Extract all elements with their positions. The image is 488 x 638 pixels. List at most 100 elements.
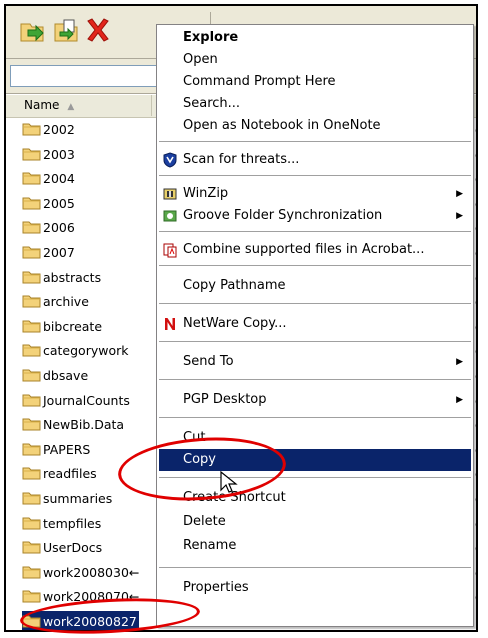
folder-row[interactable]: archive bbox=[22, 291, 89, 313]
folder-icon bbox=[22, 466, 41, 480]
folder-icon bbox=[22, 171, 41, 185]
submenu-arrow-icon: ▶ bbox=[456, 395, 463, 405]
menu-separator bbox=[159, 231, 471, 232]
folder-name: JournalCounts bbox=[43, 392, 130, 408]
netware-icon bbox=[162, 316, 178, 332]
folder-name: PAPERS bbox=[43, 441, 91, 457]
menu-item-delete[interactable]: Delete bbox=[159, 511, 471, 533]
delete-icon[interactable] bbox=[84, 16, 112, 44]
menu-item-rename[interactable]: Rename bbox=[159, 535, 471, 557]
folder-row[interactable]: summaries bbox=[22, 488, 112, 510]
folder-row[interactable]: 2004 bbox=[22, 168, 75, 190]
menu-item-netware-copy[interactable]: NetWare Copy... bbox=[159, 313, 471, 335]
menu-item-label: WinZip bbox=[183, 186, 229, 201]
folder-icon bbox=[22, 220, 41, 234]
menu-item-onenote[interactable]: Open as Notebook in OneNote bbox=[159, 115, 471, 137]
folder-row[interactable]: work2008030← bbox=[22, 562, 139, 584]
menu-separator bbox=[159, 567, 471, 568]
folder-row[interactable]: 2006 bbox=[22, 217, 75, 239]
folder-row[interactable]: readfiles bbox=[22, 463, 97, 485]
copy-to-icon[interactable] bbox=[52, 16, 80, 44]
folder-row[interactable]: 2007 bbox=[22, 242, 75, 264]
menu-item-search[interactable]: Search... bbox=[159, 93, 471, 115]
folder-row[interactable]: 2005 bbox=[22, 193, 75, 215]
folder-icon bbox=[22, 442, 41, 456]
folder-row[interactable]: dbsave bbox=[22, 365, 88, 387]
folder-icon bbox=[22, 540, 41, 554]
folder-icon bbox=[22, 196, 41, 210]
menu-item-label: Scan for threats... bbox=[183, 152, 300, 167]
folder-icon bbox=[22, 417, 41, 431]
submenu-arrow-icon: ▶ bbox=[456, 189, 463, 199]
menu-item-scan[interactable]: Scan for threats... bbox=[159, 149, 471, 171]
move-to-icon[interactable] bbox=[18, 16, 46, 44]
menu-item-label: Groove Folder Synchronization bbox=[183, 208, 383, 223]
folder-name: tempfiles bbox=[43, 515, 102, 531]
menu-separator bbox=[159, 417, 471, 418]
folder-row[interactable]: 2003 bbox=[22, 144, 75, 166]
folder-name: UserDocs bbox=[43, 540, 103, 556]
context-menu: Explore Open Command Prompt Here Search.… bbox=[156, 24, 474, 627]
menu-item-label: Open as Notebook in OneNote bbox=[183, 118, 381, 133]
menu-item-label: Command Prompt Here bbox=[183, 74, 336, 89]
submenu-arrow-icon: ▶ bbox=[456, 357, 463, 367]
explorer-window: Name ▲ 2002 2003 2004 2005 2006 2007 abstracts a… bbox=[4, 4, 478, 632]
folder-row[interactable]: NewBib.Data bbox=[22, 414, 124, 436]
menu-item-groove[interactable]: Groove Folder Synchronization ▶ bbox=[159, 205, 471, 227]
menu-separator bbox=[159, 379, 471, 380]
menu-item-label: Copy Pathname bbox=[183, 278, 286, 293]
folder-name: 2005 bbox=[43, 195, 75, 211]
menu-separator bbox=[159, 303, 471, 304]
acrobat-icon bbox=[162, 242, 178, 258]
folder-row[interactable]: 2002 bbox=[22, 119, 75, 141]
folder-icon bbox=[22, 147, 41, 161]
folder-row[interactable]: abstracts bbox=[22, 267, 101, 289]
menu-item-command-prompt[interactable]: Command Prompt Here bbox=[159, 71, 471, 93]
folder-row[interactable]: bibcreate bbox=[22, 316, 102, 338]
winzip-icon bbox=[162, 186, 178, 202]
menu-item-label: Rename bbox=[183, 538, 237, 553]
folder-name: 2002 bbox=[43, 122, 75, 137]
folder-row[interactable]: categorywork bbox=[22, 340, 129, 362]
folder-row[interactable]: JournalCounts bbox=[22, 390, 130, 412]
folder-icon bbox=[22, 294, 41, 308]
folder-icon bbox=[22, 122, 41, 136]
menu-separator bbox=[159, 341, 471, 342]
name-column-header[interactable]: Name ▲ bbox=[6, 95, 152, 116]
folder-icon bbox=[22, 319, 41, 333]
menu-item-properties[interactable]: Properties bbox=[159, 577, 471, 599]
menu-item-copy-pathname[interactable]: Copy Pathname bbox=[159, 275, 471, 297]
folder-row[interactable]: UserDocs bbox=[22, 537, 102, 559]
menu-separator bbox=[159, 265, 471, 266]
menu-item-explore[interactable]: Explore bbox=[159, 27, 471, 49]
sort-ascending-icon: ▲ bbox=[67, 102, 75, 112]
folder-icon bbox=[22, 491, 41, 505]
menu-item-acrobat[interactable]: Combine supported files in Acrobat... bbox=[159, 239, 471, 261]
folder-name: 2007 bbox=[43, 245, 75, 260]
folder-row[interactable]: PAPERS bbox=[22, 439, 90, 461]
folder-icon bbox=[22, 343, 41, 357]
folder-name: 2004 bbox=[43, 171, 75, 187]
folder-name: NewBib.Data bbox=[43, 417, 125, 433]
folder-name: 2006 bbox=[43, 220, 75, 236]
folder-name: 2003 bbox=[43, 146, 75, 162]
menu-separator bbox=[159, 175, 471, 176]
folder-icon bbox=[22, 565, 41, 579]
menu-item-send-to[interactable]: Send To ▶ bbox=[159, 351, 471, 373]
folder-name: abstracts bbox=[43, 269, 102, 285]
menu-item-label: PGP Desktop bbox=[183, 392, 267, 407]
folder-icon bbox=[22, 368, 41, 382]
folder-row[interactable]: tempfiles bbox=[22, 513, 101, 535]
menu-item-winzip[interactable]: WinZip ▶ bbox=[159, 183, 471, 205]
groove-icon bbox=[162, 208, 178, 224]
menu-item-open[interactable]: Open bbox=[159, 49, 471, 71]
folder-name: readfiles bbox=[43, 466, 97, 482]
shield-icon bbox=[162, 152, 178, 168]
folder-icon bbox=[22, 393, 41, 407]
folder-name: archive bbox=[43, 294, 89, 310]
menu-item-label: Send To bbox=[183, 354, 234, 369]
folder-name: bibcreate bbox=[43, 318, 103, 334]
menu-item-label: Properties bbox=[183, 580, 249, 595]
menu-item-label: Search... bbox=[183, 96, 241, 111]
menu-item-pgp-desktop[interactable]: PGP Desktop ▶ bbox=[159, 389, 471, 411]
